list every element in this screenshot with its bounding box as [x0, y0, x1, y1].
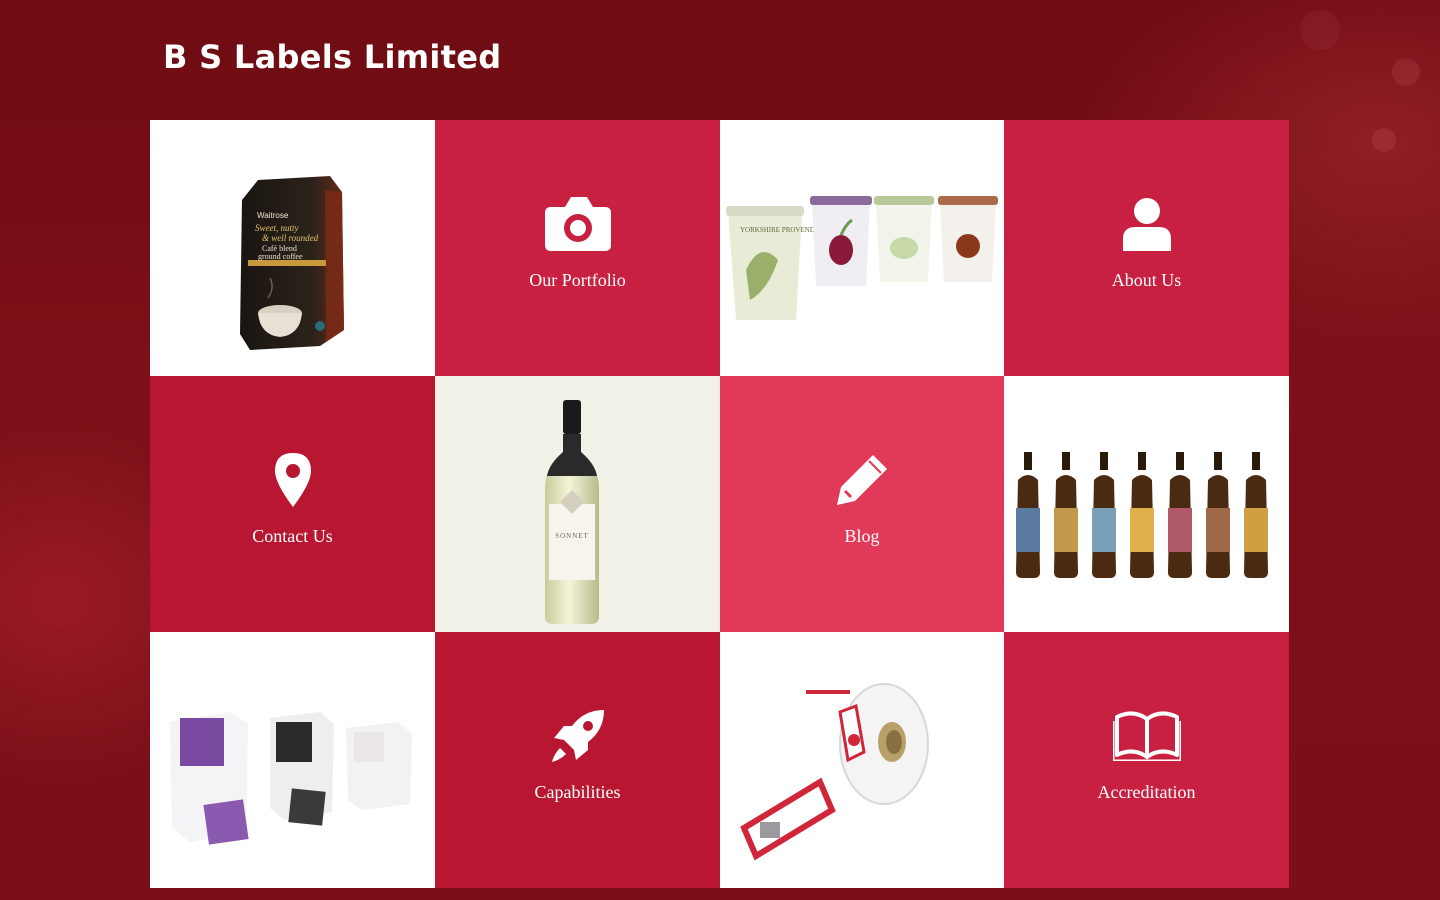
soup-pots-image: YORKSHIRE PROVENDER	[726, 196, 998, 320]
tile-about-us[interactable]: About Us	[1004, 120, 1289, 376]
svg-text:& well rounded: & well rounded	[262, 233, 319, 243]
tile-accreditation[interactable]: Accreditation	[1004, 632, 1289, 888]
tile-our-portfolio[interactable]: Our Portfolio	[435, 120, 720, 376]
open-book-icon	[1112, 702, 1181, 770]
coffee-bag-image: Waitrose Sweet, nutty & well rounded Caf…	[240, 176, 344, 350]
background-bokeh	[1392, 58, 1420, 86]
tile-tea-boxes[interactable]	[150, 632, 435, 888]
user-icon	[1113, 190, 1181, 258]
tile-soup-pots[interactable]: YORKSHIRE PROVENDER	[720, 120, 1004, 376]
tile-blog[interactable]: Blog	[720, 376, 1004, 632]
tile-beer-bottles[interactable]	[1004, 376, 1289, 632]
map-marker-icon	[259, 446, 327, 514]
blog-label: Blog	[844, 525, 880, 546]
rocket-icon	[544, 702, 612, 770]
tile-capabilities[interactable]: Capabilities	[435, 632, 720, 888]
accreditation-label: Accreditation	[1097, 781, 1196, 802]
capabilities-label: Capabilities	[534, 781, 621, 802]
about-us-label: About Us	[1111, 269, 1182, 290]
svg-text:ground coffee: ground coffee	[258, 252, 303, 261]
portfolio-label: Our Portfolio	[529, 269, 626, 290]
tile-wine-bottle[interactable]: SONNET	[435, 376, 720, 632]
site-title[interactable]: B S Labels Limited	[163, 38, 501, 76]
tile-coffee-bag[interactable]: Waitrose Sweet, nutty & well rounded Caf…	[150, 120, 435, 376]
background-bokeh	[1372, 128, 1396, 152]
tile-contact-us[interactable]: Contact Us	[150, 376, 435, 632]
tea-boxes-image	[170, 712, 412, 845]
svg-text:SONNET: SONNET	[555, 532, 589, 540]
svg-text:YORKSHIRE PROVENDER: YORKSHIRE PROVENDER	[740, 226, 824, 234]
tile-grid: Waitrose Sweet, nutty & well rounded Caf…	[150, 120, 1289, 888]
background-bokeh	[1300, 10, 1340, 50]
contact-us-label: Contact Us	[252, 525, 333, 546]
tile-label-roll[interactable]	[720, 632, 1004, 888]
wine-bottle-image: SONNET	[545, 400, 599, 624]
camera-icon	[544, 190, 612, 258]
beer-bottles-image	[1016, 452, 1268, 578]
svg-text:Waitrose: Waitrose	[257, 211, 289, 220]
pencil-icon	[828, 446, 896, 514]
svg-text:Sweet, nutty: Sweet, nutty	[255, 223, 299, 233]
label-roll-image	[740, 683, 929, 861]
